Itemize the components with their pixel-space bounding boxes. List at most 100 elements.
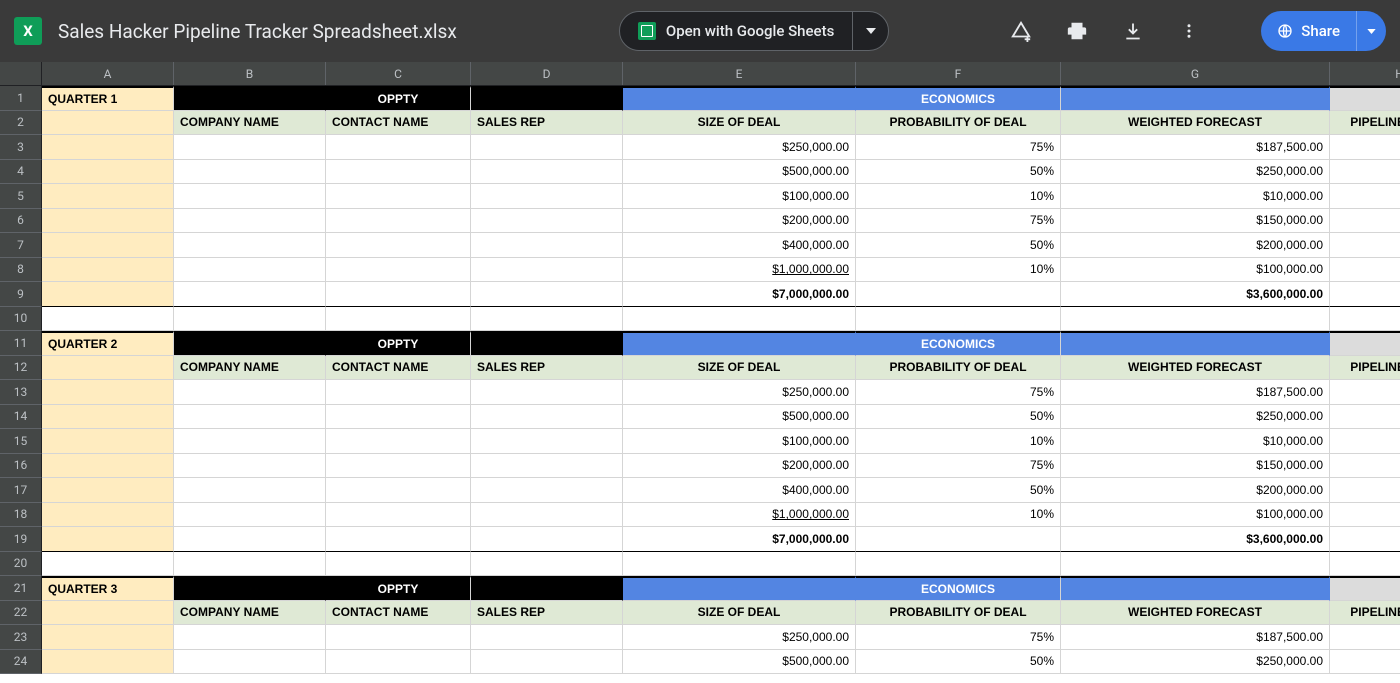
cell[interactable] (471, 184, 623, 209)
col-header[interactable]: C (326, 62, 471, 85)
deal-forecast[interactable]: $150,000.00 (1061, 209, 1330, 234)
cell[interactable] (471, 135, 623, 160)
col-header[interactable]: B (174, 62, 326, 85)
cell[interactable] (42, 356, 174, 381)
row-header[interactable]: 7 (0, 233, 42, 258)
cell[interactable] (42, 454, 174, 479)
cell[interactable] (42, 503, 174, 528)
oppty-header[interactable]: OPPTY (326, 331, 471, 356)
row-header[interactable]: 24 (0, 650, 42, 675)
row-header[interactable]: 8 (0, 258, 42, 283)
row-header[interactable]: 22 (0, 601, 42, 626)
cell[interactable] (42, 380, 174, 405)
cell[interactable] (471, 380, 623, 405)
cell[interactable] (326, 527, 471, 552)
cell[interactable] (42, 184, 174, 209)
cell[interactable] (42, 601, 174, 626)
company-header[interactable]: COMPANY NAME (174, 111, 326, 136)
cell[interactable] (174, 576, 326, 601)
deal-size[interactable]: $250,000.00 (623, 380, 856, 405)
deal-prob[interactable]: 50% (856, 478, 1061, 503)
cell[interactable] (326, 160, 471, 185)
deal-size[interactable]: $100,000.00 (623, 184, 856, 209)
deal-size[interactable]: $1,000,000.00 (623, 258, 856, 283)
row-header[interactable]: 1 (0, 86, 42, 111)
row-header[interactable]: 20 (0, 552, 42, 577)
cell[interactable] (1330, 576, 1400, 601)
cell[interactable] (471, 258, 623, 283)
size-header[interactable]: SIZE OF DEAL (623, 601, 856, 626)
economics-header[interactable]: ECONOMICS (856, 576, 1061, 601)
cell[interactable] (1330, 307, 1400, 332)
open-with-sheets-button[interactable]: Open with Google Sheets (620, 12, 852, 50)
deal-prob[interactable]: 10% (856, 258, 1061, 283)
cell[interactable] (471, 576, 623, 601)
cell[interactable] (326, 282, 471, 307)
cell[interactable] (471, 405, 623, 430)
cell[interactable] (174, 625, 326, 650)
cell[interactable] (326, 503, 471, 528)
cell[interactable] (856, 282, 1061, 307)
cell[interactable] (174, 86, 326, 111)
cell[interactable] (471, 454, 623, 479)
rep-header[interactable]: SALES REP (471, 111, 623, 136)
contact-header[interactable]: CONTACT NAME (326, 111, 471, 136)
company-header[interactable]: COMPANY NAME (174, 356, 326, 381)
row-header[interactable]: 18 (0, 503, 42, 528)
cell[interactable] (326, 625, 471, 650)
cell[interactable] (1330, 454, 1400, 479)
row-header[interactable]: 10 (0, 307, 42, 332)
cell[interactable] (856, 527, 1061, 552)
row-header[interactable]: 14 (0, 405, 42, 430)
deal-prob[interactable]: 10% (856, 429, 1061, 454)
cell[interactable] (326, 380, 471, 405)
rep-header[interactable]: SALES REP (471, 601, 623, 626)
deal-prob[interactable]: 75% (856, 209, 1061, 234)
deal-size[interactable]: $500,000.00 (623, 650, 856, 675)
deal-prob[interactable]: 50% (856, 160, 1061, 185)
deal-forecast[interactable]: $10,000.00 (1061, 429, 1330, 454)
cell[interactable] (326, 454, 471, 479)
cell[interactable] (326, 209, 471, 234)
cell[interactable] (471, 552, 623, 577)
row-header[interactable]: 16 (0, 454, 42, 479)
cell[interactable] (42, 527, 174, 552)
deal-size[interactable]: $250,000.00 (623, 135, 856, 160)
deal-forecast[interactable]: $100,000.00 (1061, 258, 1330, 283)
row-header[interactable]: 11 (0, 331, 42, 356)
deal-forecast[interactable]: $200,000.00 (1061, 233, 1330, 258)
row-header[interactable]: 2 (0, 111, 42, 136)
deal-prob[interactable]: 75% (856, 625, 1061, 650)
contact-header[interactable]: CONTACT NAME (326, 356, 471, 381)
cell[interactable] (174, 209, 326, 234)
stage-header[interactable]: PIPELINE STAGE (1330, 356, 1400, 381)
cell[interactable] (326, 478, 471, 503)
cell[interactable] (471, 503, 623, 528)
contact-header[interactable]: CONTACT NAME (326, 601, 471, 626)
deal-forecast[interactable]: $10,000.00 (1061, 184, 1330, 209)
cell[interactable] (471, 429, 623, 454)
cell[interactable] (1330, 527, 1400, 552)
cell[interactable] (174, 478, 326, 503)
deal-forecast[interactable]: $187,500.00 (1061, 380, 1330, 405)
size-header[interactable]: SIZE OF DEAL (623, 356, 856, 381)
prob-header[interactable]: PROBABILITY OF DEAL (856, 601, 1061, 626)
total-forecast[interactable]: $3,600,000.00 (1061, 282, 1330, 307)
open-with-dropdown[interactable] (852, 12, 888, 50)
row-header[interactable]: 15 (0, 429, 42, 454)
row-header[interactable]: 19 (0, 527, 42, 552)
cell[interactable] (174, 307, 326, 332)
cell[interactable] (1330, 135, 1400, 160)
forecast-header[interactable]: WEIGHTED FORECAST (1061, 356, 1330, 381)
download-button[interactable] (1113, 11, 1153, 51)
cell[interactable] (471, 86, 623, 111)
cell[interactable] (326, 184, 471, 209)
deal-forecast[interactable]: $100,000.00 (1061, 503, 1330, 528)
rep-header[interactable]: SALES REP (471, 356, 623, 381)
cell[interactable] (42, 650, 174, 675)
cell[interactable] (326, 429, 471, 454)
cell[interactable] (174, 184, 326, 209)
total-size[interactable]: $7,000,000.00 (623, 527, 856, 552)
cell[interactable] (42, 405, 174, 430)
row-header[interactable]: 12 (0, 356, 42, 381)
